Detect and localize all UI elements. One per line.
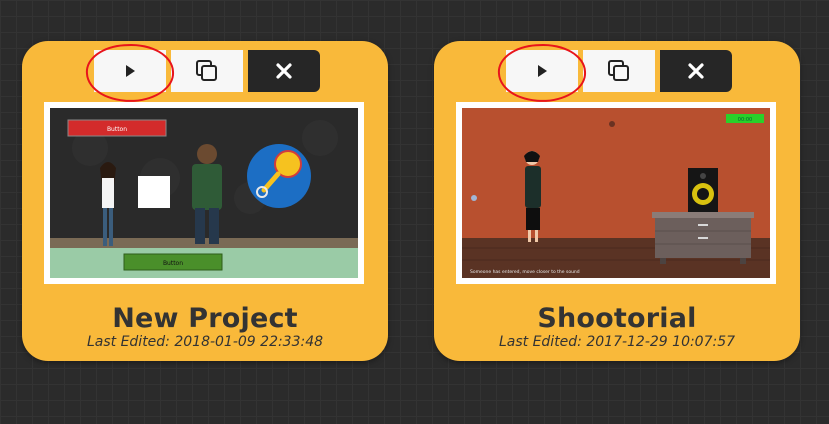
play-button[interactable] [506, 50, 578, 92]
project-card-shootorial[interactable]: 00:00 Someone has entered, move closer t… [434, 41, 800, 361]
play-button[interactable] [94, 50, 166, 92]
thumbnail-scene: Button Button [50, 108, 358, 278]
speaker-icon [688, 168, 718, 212]
duplicate-button[interactable] [583, 50, 655, 92]
last-edited: Last Edited: 2018-01-09 22:33:48 [86, 334, 324, 350]
rattle-icon [247, 144, 311, 208]
dresser [652, 212, 754, 264]
duplicate-button[interactable] [171, 50, 243, 92]
duplicate-icon [196, 60, 217, 81]
duplicate-icon [608, 60, 629, 81]
play-icon [126, 65, 135, 77]
project-title: Shootorial [537, 303, 697, 334]
project-card-new-project[interactable]: Button Button New Project Last Edited: 2… [22, 41, 388, 361]
white-square [138, 176, 170, 208]
play-icon [538, 65, 547, 77]
delete-button[interactable] [248, 50, 320, 92]
thumbnail-top-button-label: Button [107, 126, 127, 133]
project-title: New Project [112, 303, 298, 334]
last-edited: Last Edited: 2017-12-29 10:07:57 [498, 334, 736, 350]
close-icon [276, 63, 292, 79]
thumbnail-bottom-button-label: Button [163, 260, 183, 267]
thumbnail-scene: 00:00 Someone has entered, move closer t… [462, 108, 770, 278]
delete-button[interactable] [660, 50, 732, 92]
thumbnail-caption: Someone has entered, move closer to the … [470, 269, 580, 275]
project-thumbnail[interactable]: 00:00 Someone has entered, move closer t… [456, 102, 776, 284]
project-thumbnail[interactable]: Button Button [44, 102, 364, 284]
close-icon [688, 63, 704, 79]
badge-label: 00:00 [738, 117, 752, 123]
